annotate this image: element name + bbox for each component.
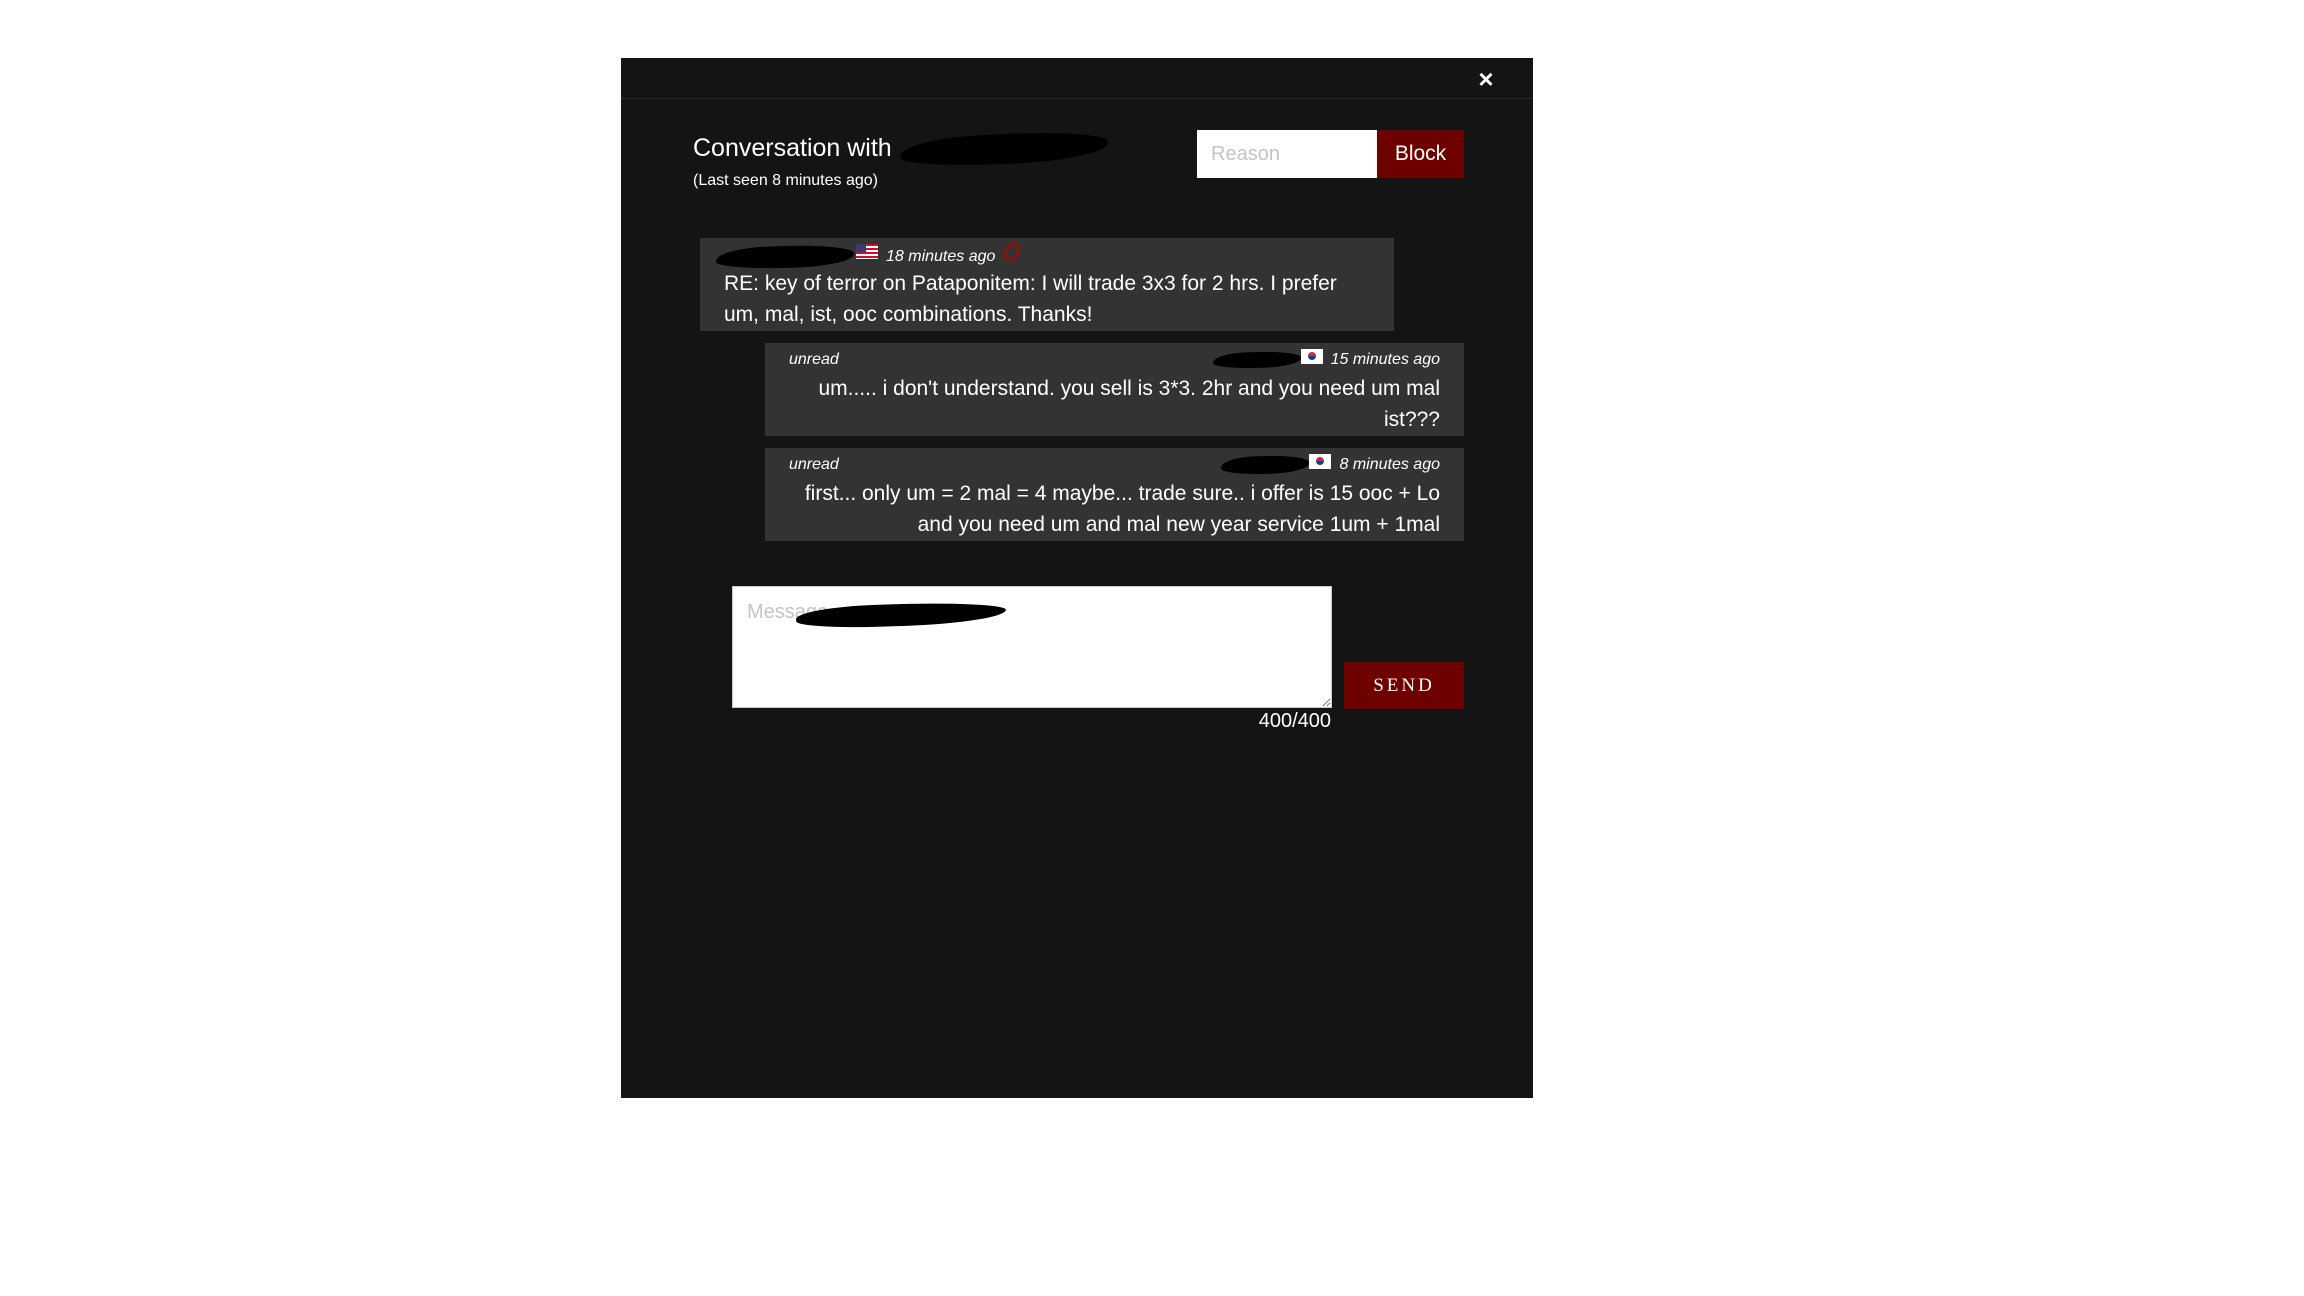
send-button[interactable]: SEND	[1344, 662, 1464, 709]
conversation-title: Conversation with	[693, 128, 1109, 170]
message-time: 8 minutes ago	[1339, 456, 1440, 474]
us-flag-icon	[856, 244, 878, 259]
message-text: first... only um = 2 mal = 4 maybe... tr…	[804, 482, 1440, 536]
conversation-title-prefix: Conversation with	[693, 134, 892, 162]
redacted-username	[899, 128, 1109, 170]
message-text: RE: key of terror on Pataponitem: I will…	[724, 272, 1337, 326]
redacted-sender	[1212, 350, 1301, 370]
message-time: 18 minutes ago	[886, 248, 996, 266]
message-item: unread 8 minutes ago first... only um = …	[765, 448, 1464, 541]
last-seen-text: (Last seen 8 minutes ago)	[693, 172, 878, 189]
message-meta: 15 minutes ago	[1212, 349, 1440, 370]
character-counter: 400/400	[1258, 710, 1331, 732]
block-reason-input[interactable]	[1197, 130, 1377, 178]
conversation-modal: × Conversation with (Last seen 8 minutes…	[621, 58, 1533, 1098]
message-input[interactable]	[732, 586, 1332, 708]
kr-flag-icon	[1309, 454, 1332, 469]
message-item: 18 minutes ago RE: key of terror on Pata…	[700, 238, 1394, 331]
close-icon[interactable]: ×	[1475, 66, 1497, 92]
redacted-sender	[715, 243, 855, 271]
unread-badge: unread	[789, 456, 839, 473]
modal-topbar: ×	[621, 58, 1533, 99]
message-meta: 18 minutes ago	[715, 239, 1024, 271]
kr-flag-icon	[1300, 349, 1323, 364]
message-item: unread 15 minutes ago um..... i don't un…	[765, 343, 1464, 436]
message-text: um..... i don't understand. you sell is …	[818, 377, 1440, 431]
message-time: 15 minutes ago	[1330, 351, 1440, 368]
message-meta: 8 minutes ago	[1221, 454, 1440, 476]
paperclip-icon[interactable]	[1000, 239, 1024, 265]
block-button[interactable]: Block	[1377, 130, 1464, 178]
redacted-sender	[1221, 454, 1310, 476]
unread-badge: unread	[789, 351, 839, 368]
